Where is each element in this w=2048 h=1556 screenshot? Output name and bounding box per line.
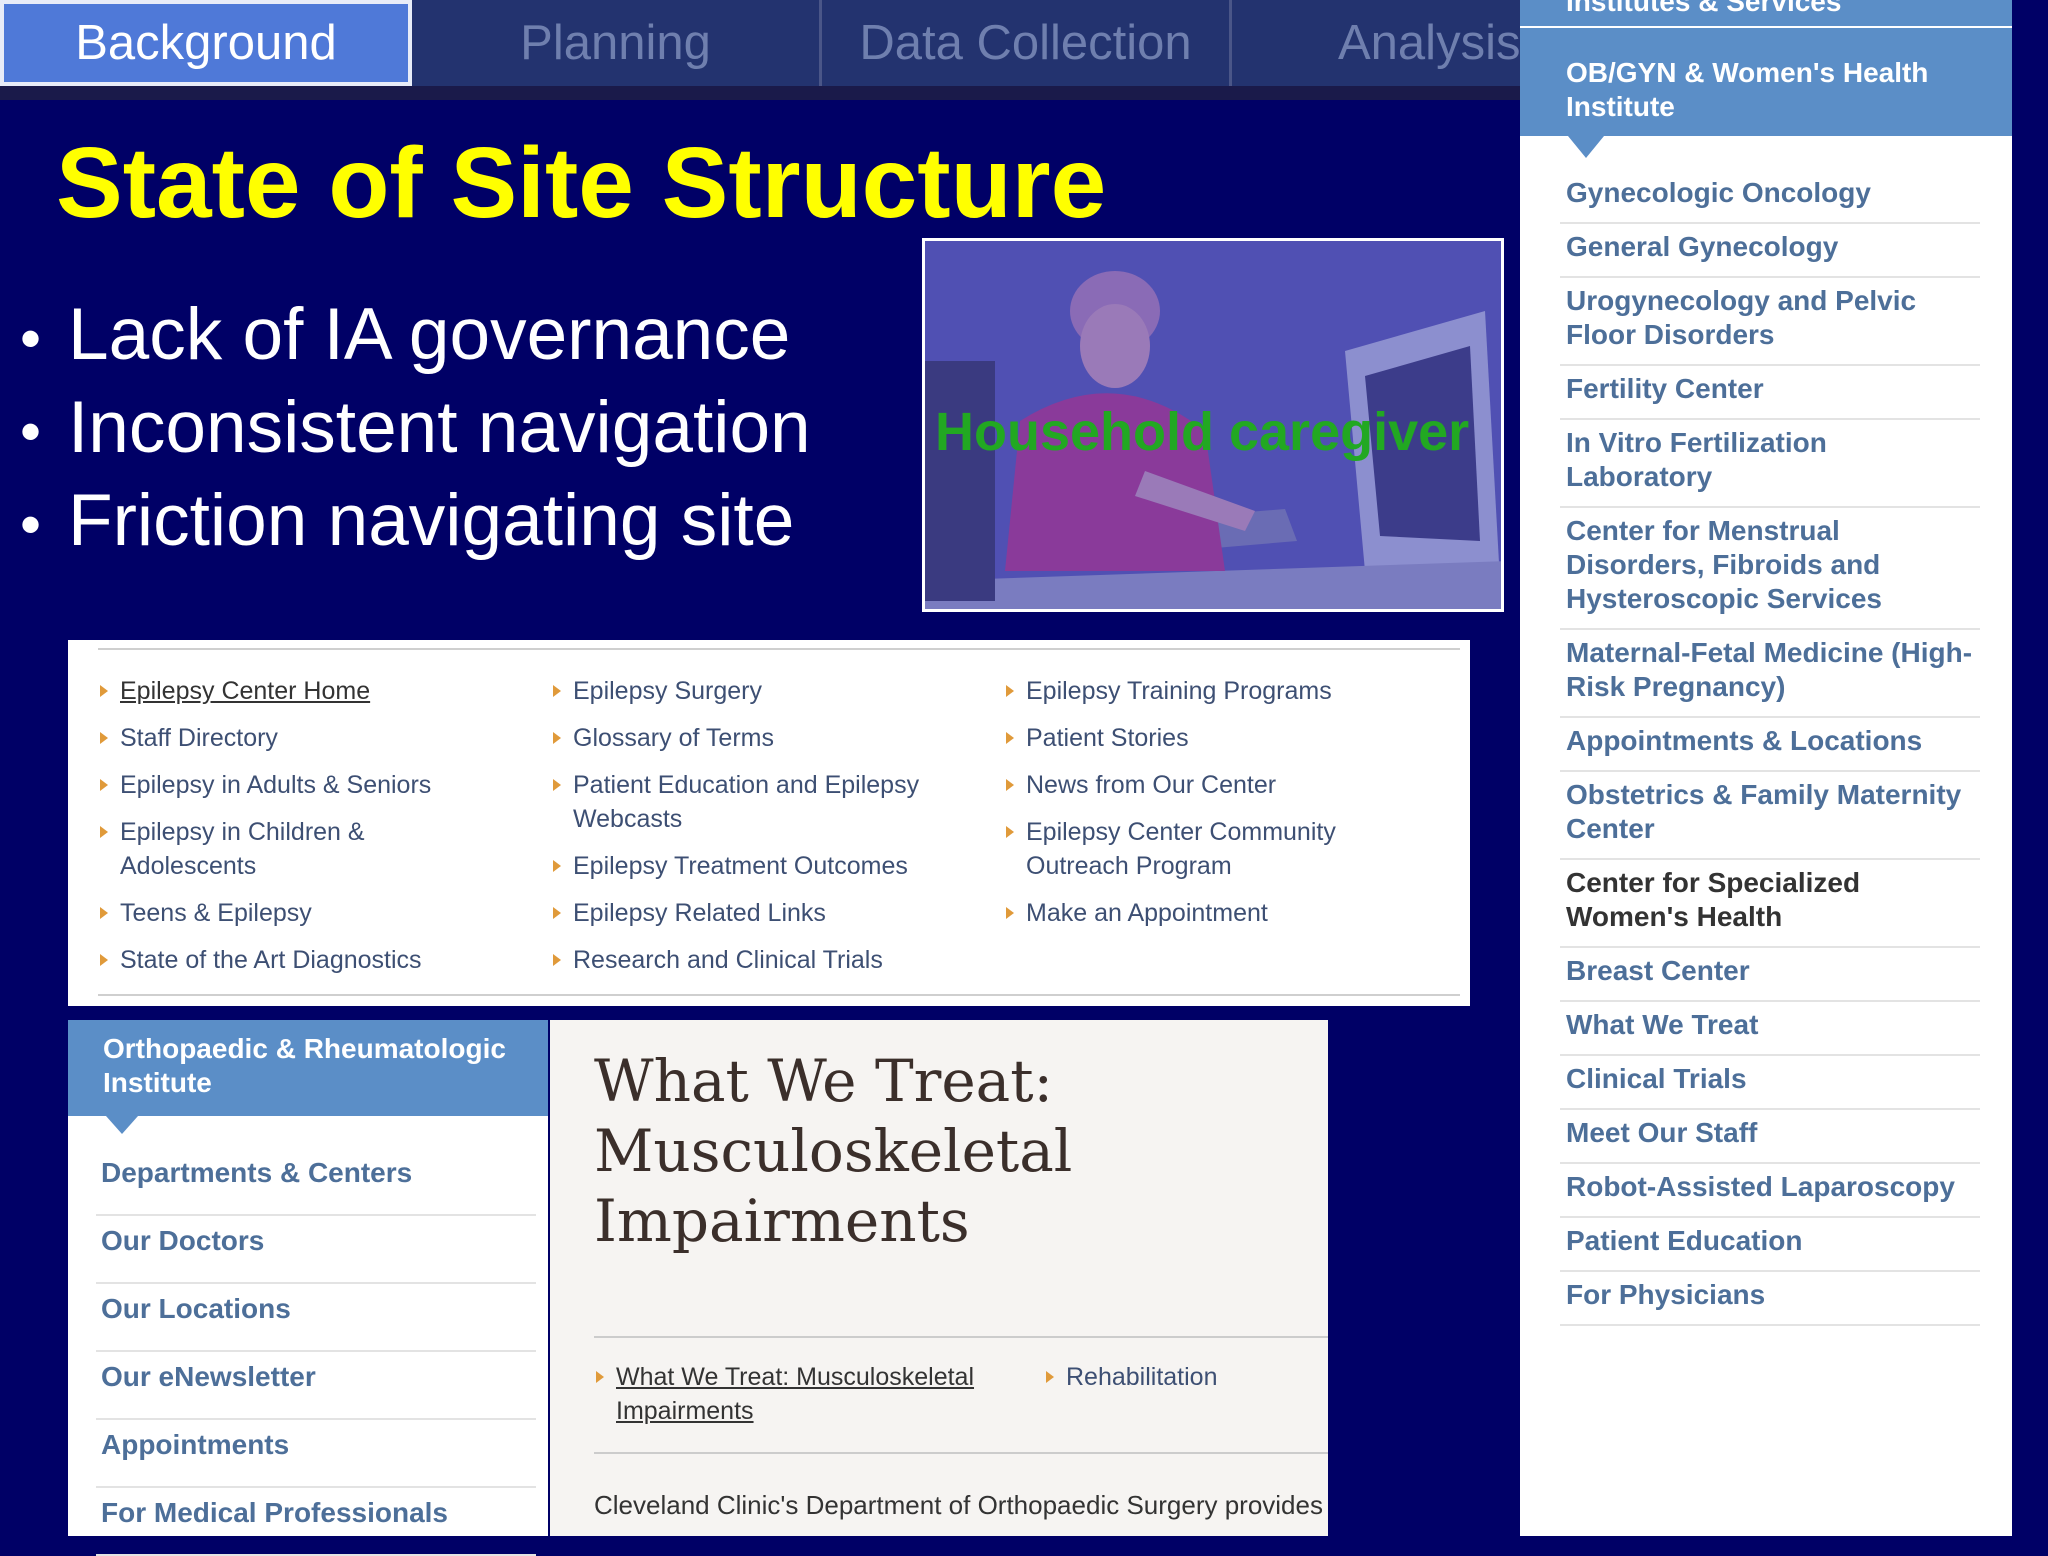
nav-link-news[interactable]: News from Our Center (1004, 768, 1384, 802)
page-title: What We Treat: Musculoskeletal Impairmen… (594, 1047, 1073, 1255)
sidebar-item-obgyn[interactable]: Maternal-Fetal Medicine (High-Risk Pregn… (1560, 630, 1980, 718)
nav-link-surgery[interactable]: Epilepsy Surgery (551, 674, 951, 708)
sidebar-item-obgyn[interactable]: Appointments & Locations (1560, 718, 1980, 772)
nav-link-research-trials[interactable]: Research and Clinical Trials (551, 943, 951, 977)
sidebar-parent-header[interactable]: Institutes & Services (1520, 0, 2012, 26)
nav-column-1: Epilepsy Center Home Staff Directory Epi… (98, 674, 518, 990)
bullet-text: Lack of IA governance (68, 294, 791, 375)
ortho-sidebar: Orthopaedic & Rheumatologic Institute De… (68, 1020, 548, 1556)
caregiver-photo: Household caregiver (922, 238, 1504, 612)
divider (594, 1452, 1328, 1454)
nav-link-patient-stories[interactable]: Patient Stories (1004, 721, 1384, 755)
obgyn-sidebar: Institutes & Services OB/GYN & Women's H… (1520, 0, 2012, 1536)
sidebar-item-obgyn[interactable]: Clinical Trials (1560, 1056, 1980, 1110)
nav-link-epilepsy-center-home[interactable]: Epilepsy Center Home (98, 674, 518, 708)
sidebar-item-obgyn[interactable]: What We Treat (1560, 1002, 1980, 1056)
tab-analysis[interactable]: Analysis (1232, 0, 1530, 86)
tab-bar-shadow (0, 86, 1530, 100)
nav-link-staff-directory[interactable]: Staff Directory (98, 721, 518, 755)
tab-planning[interactable]: Planning (412, 0, 822, 86)
body-text: Cleveland Clinic's Department of Orthopa… (594, 1490, 1323, 1520)
subnav-link-rehabilitation[interactable]: Rehabilitation (1044, 1360, 1326, 1394)
nav-link-diagnostics[interactable]: State of the Art Diagnostics (98, 943, 518, 977)
sidebar-item-locations[interactable]: Our Locations (96, 1284, 536, 1352)
bullet-list: • Lack of IA governance • Inconsistent nav… (20, 290, 811, 569)
subnav-link-what-we-treat[interactable]: What We Treat: Musculoskeletal Impairmen… (594, 1360, 1016, 1428)
sidebar-item-obgyn[interactable]: Meet Our Staff (1560, 1110, 1980, 1164)
section-tab-bar: Background Planning Data Collection Anal… (0, 0, 1530, 90)
bullet-item: • Inconsistent navigation (20, 383, 811, 476)
photo-caption: Household caregiver (935, 402, 1470, 462)
sidebar-item-enewsletter[interactable]: Our eNewsletter (96, 1352, 536, 1420)
sidebar-item-obgyn[interactable]: Fertility Center (1560, 366, 1980, 420)
sidebar-item-obgyn[interactable]: Obstetrics & Family Maternity Center (1560, 772, 1980, 860)
sidebar-item-obgyn[interactable]: For Physicians (1560, 1272, 1980, 1326)
epilepsy-nav-panel: Epilepsy Center Home Staff Directory Epi… (68, 640, 1470, 1006)
tab-background[interactable]: Background (0, 0, 412, 86)
sidebar-item-obgyn[interactable]: Patient Education (1560, 1218, 1980, 1272)
sidebar-item-obgyn[interactable]: Breast Center (1560, 948, 1980, 1002)
sidebar-item-appointments[interactable]: Appointments (96, 1420, 536, 1488)
nav-link-related-links[interactable]: Epilepsy Related Links (551, 896, 951, 930)
bullet-item: • Lack of IA governance (20, 290, 811, 383)
sidebar-item-obgyn[interactable]: Center for Menstrual Disorders, Fibroids… (1560, 508, 1980, 630)
nav-link-community-outreach[interactable]: Epilepsy Center Community Outreach Progr… (1004, 815, 1386, 883)
bullet-text: Inconsistent navigation (68, 387, 811, 468)
sidebar-item-obgyn[interactable]: Robot-Assisted Laparoscopy (1560, 1164, 1980, 1218)
bullet-text: Friction navigating site (68, 480, 795, 561)
sidebar-item-doctors[interactable]: Our Doctors (96, 1216, 536, 1284)
divider (594, 1336, 1328, 1338)
slide-title: State of Site Structure (56, 127, 1107, 239)
sidebar-item-obgyn[interactable]: Urogynecology and Pelvic Floor Disorders (1560, 278, 1980, 366)
sidebar-item-obgyn[interactable]: General Gynecology (1560, 224, 1980, 278)
nav-link-adults-seniors[interactable]: Epilepsy in Adults & Seniors (98, 768, 518, 802)
nav-link-training-programs[interactable]: Epilepsy Training Programs (1004, 674, 1384, 708)
nav-column-2: Epilepsy Surgery Glossary of Terms Patie… (551, 674, 951, 990)
sidebar-item-obgyn[interactable]: Center for Specialized Women's Health (1560, 860, 1980, 948)
bullet-item: • Friction navigating site (20, 476, 811, 569)
divider (98, 648, 1460, 650)
nav-link-children-adolescents[interactable]: Epilepsy in Children & Adolescents (98, 815, 420, 883)
obgyn-sidebar-list: Gynecologic Oncology General Gynecology Ur… (1560, 170, 1980, 1326)
tab-data-collection[interactable]: Data Collection (822, 0, 1232, 86)
nav-link-treatment-outcomes[interactable]: Epilepsy Treatment Outcomes (551, 849, 951, 883)
bullet-dot: • (20, 305, 42, 372)
sidebar-item-departments[interactable]: Departments & Centers (96, 1148, 536, 1216)
sidebar-item-obgyn[interactable]: In Vitro Fertilization Laboratory (1560, 420, 1980, 508)
ortho-content: What We Treat: Musculoskeletal Impairmen… (550, 1020, 1328, 1536)
obgyn-sidebar-header[interactable]: OB/GYN & Women's Health Institute (1520, 28, 2012, 158)
nav-link-make-appointment[interactable]: Make an Appointment (1004, 896, 1384, 930)
nav-link-patient-education[interactable]: Patient Education and Epilepsy Webcasts (551, 768, 963, 836)
nav-column-3: Epilepsy Training Programs Patient Stori… (1004, 674, 1384, 943)
ortho-sidebar-header[interactable]: Orthopaedic & Rheumatologic Institute (68, 1020, 548, 1134)
bullet-dot: • (20, 398, 42, 465)
bullet-dot: • (20, 491, 42, 558)
slide-edge (2012, 0, 2048, 1536)
divider (98, 994, 1460, 996)
sidebar-item-obgyn[interactable]: Gynecologic Oncology (1560, 170, 1980, 224)
sidebar-item-medical-professionals[interactable]: For Medical Professionals (96, 1488, 536, 1556)
ortho-sidebar-list: Departments & Centers Our Doctors Our Lo… (96, 1148, 536, 1556)
nav-link-glossary[interactable]: Glossary of Terms (551, 721, 951, 755)
nav-link-teens[interactable]: Teens & Epilepsy (98, 896, 518, 930)
